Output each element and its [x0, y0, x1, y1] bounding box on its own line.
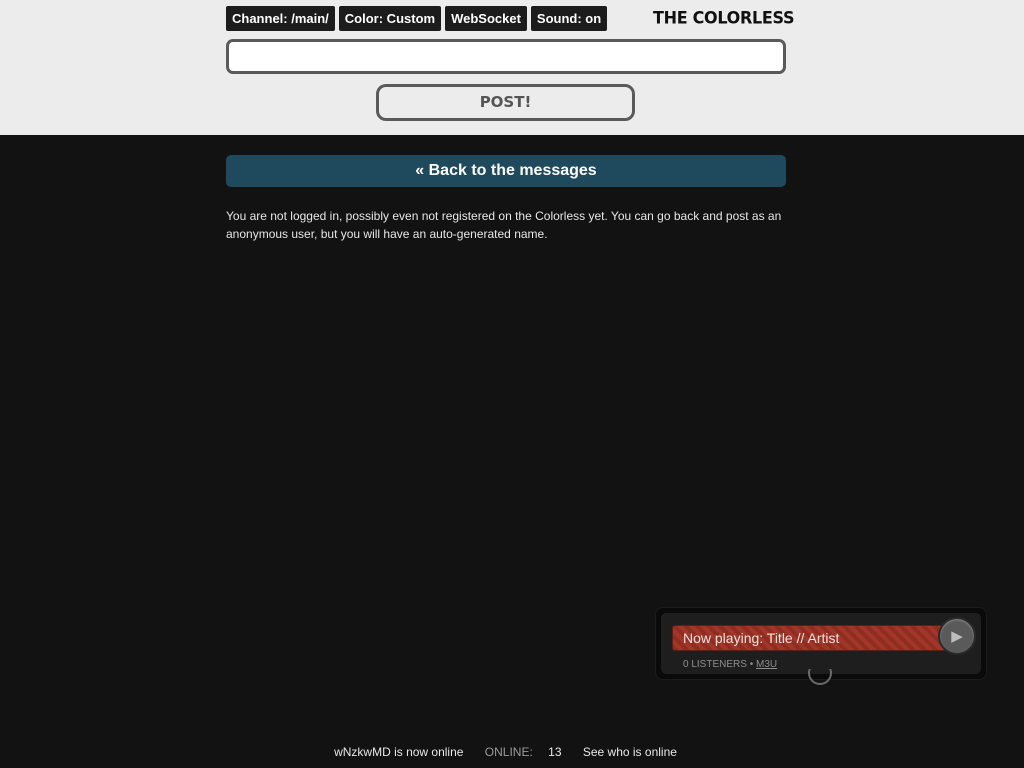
sound-toggle[interactable]: Sound: on: [530, 6, 608, 31]
player-panel: Now playing: Title // Artist ▶ 0 LISTENE…: [661, 613, 981, 674]
who-is-online-link[interactable]: See who is online: [583, 745, 677, 759]
player-handle-icon[interactable]: [806, 669, 834, 687]
online-count: 13: [548, 745, 562, 759]
now-playing-bar: Now playing: Title // Artist: [672, 625, 946, 651]
channel-button[interactable]: Channel: /main/: [226, 6, 335, 31]
online-label: ONLINE:: [484, 745, 533, 759]
websocket-button[interactable]: WebSocket: [445, 6, 527, 31]
top-bar: Channel: /main/ Color: Custom WebSocket …: [0, 0, 1024, 135]
now-playing-text: Now playing: Title // Artist: [683, 630, 840, 646]
online-counter: ONLINE: 13: [479, 745, 568, 759]
play-icon: ▶: [951, 627, 963, 645]
online-status-text: wNzkwMD is now online: [334, 745, 464, 759]
color-button[interactable]: Color: Custom: [338, 6, 442, 31]
site-logo[interactable]: THE COLORLESS: [653, 8, 795, 28]
toolbar-pills: Channel: /main/ Color: Custom WebSocket …: [226, 6, 608, 31]
play-button[interactable]: ▶: [938, 617, 976, 655]
back-to-messages-button[interactable]: « Back to the messages: [226, 155, 786, 187]
listener-count: 0 LISTENERS: [683, 659, 747, 670]
listener-separator: •: [749, 659, 754, 670]
listener-info: 0 LISTENERS • M3U: [683, 659, 777, 670]
status-footer: wNzkwMD is now online ONLINE: 13 See who…: [0, 745, 1011, 759]
login-notice: You are not logged in, possibly even not…: [226, 209, 782, 241]
post-button[interactable]: POST!: [376, 84, 635, 121]
m3u-link[interactable]: M3U: [756, 659, 777, 670]
message-input[interactable]: [226, 39, 786, 74]
